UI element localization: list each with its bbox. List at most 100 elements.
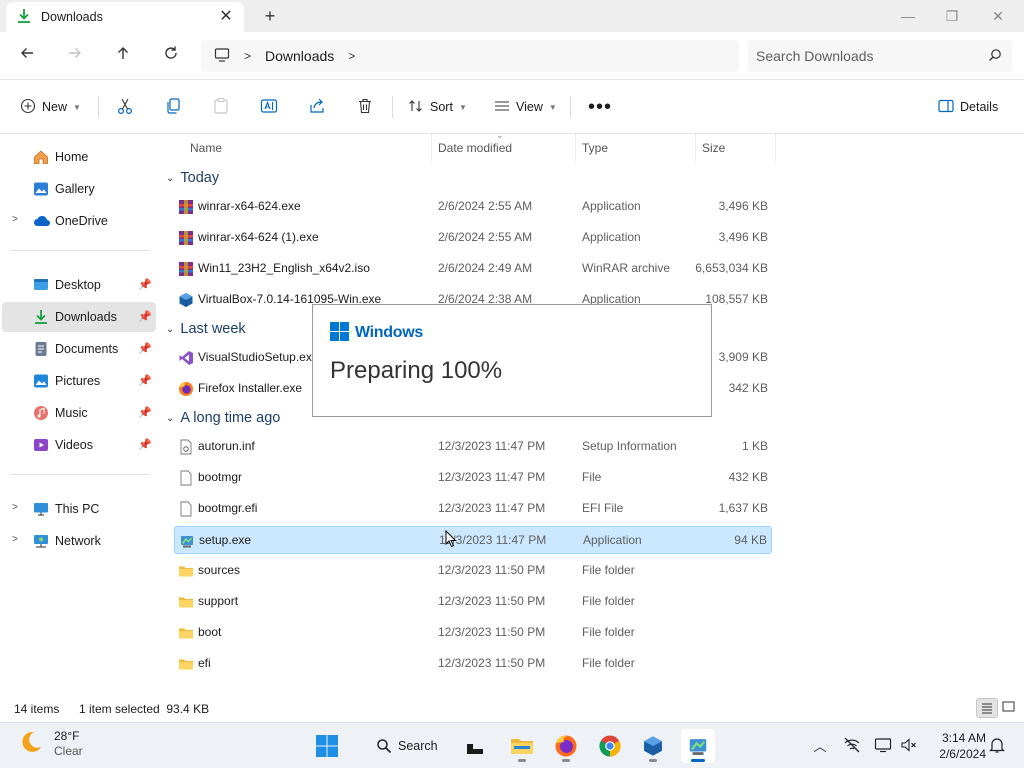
trash-icon xyxy=(356,97,374,118)
forward-button[interactable] xyxy=(60,42,90,70)
sidebar-item-gallery[interactable]: Gallery xyxy=(2,174,156,204)
search-icon[interactable] xyxy=(988,48,1002,65)
start-button[interactable] xyxy=(310,729,344,763)
divider xyxy=(98,96,99,118)
computer-icon xyxy=(33,501,49,517)
close-tab-icon[interactable]: ✕ xyxy=(216,7,236,27)
chevron-up-icon[interactable]: ︿ xyxy=(810,736,830,756)
share-button[interactable] xyxy=(308,92,326,122)
chevron-right-icon[interactable]: > xyxy=(12,214,18,225)
plus-circle-icon xyxy=(20,98,36,117)
pin-icon[interactable]: 📌 xyxy=(138,278,152,291)
view-button[interactable]: View ▼ xyxy=(494,92,557,122)
sidebar-item-this-pc[interactable]: > This PC xyxy=(2,494,156,524)
network-disconnected-icon[interactable] xyxy=(842,736,862,756)
sidebar-item-network[interactable]: > Network xyxy=(2,526,156,556)
pin-icon[interactable]: 📌 xyxy=(138,406,152,419)
minimize-button[interactable]: — xyxy=(886,2,930,30)
column-header-date[interactable]: Date modified xyxy=(432,134,576,162)
column-header-size[interactable]: Size xyxy=(696,134,776,162)
table-row[interactable]: bootmgr.efi 12/3/2023 11:47 PM EFI File … xyxy=(174,495,772,523)
desktop-icon xyxy=(33,277,49,293)
sidebar-item-videos[interactable]: Videos 📌 xyxy=(2,430,156,460)
new-tab-button[interactable]: + xyxy=(258,5,282,27)
table-row[interactable]: autorun.inf 12/3/2023 11:47 PM Setup Inf… xyxy=(174,433,772,461)
back-button[interactable] xyxy=(12,42,42,70)
scissors-icon xyxy=(116,97,134,118)
winrar-icon xyxy=(178,230,194,246)
table-row[interactable]: winrar-x64-624 (1).exe 2/6/2024 2:55 AM … xyxy=(174,224,772,252)
table-row[interactable]: support 12/3/2023 11:50 PM File folder xyxy=(174,588,772,616)
copy-button[interactable] xyxy=(164,92,182,122)
view-label: View xyxy=(516,100,543,114)
table-row[interactable]: boot 12/3/2023 11:50 PM File folder xyxy=(174,619,772,647)
setup-taskbar-app[interactable] xyxy=(681,729,715,763)
document-icon xyxy=(33,341,49,357)
sidebar-item-pictures[interactable]: Pictures 📌 xyxy=(2,366,156,396)
tab-downloads[interactable]: Downloads ✕ xyxy=(6,2,244,32)
sidebar-item-onedrive[interactable]: > OneDrive xyxy=(2,206,156,236)
firefox-taskbar-app[interactable] xyxy=(549,729,583,763)
address-path[interactable]: > Downloads > xyxy=(201,40,739,72)
notification-bell-icon[interactable] xyxy=(987,736,1007,756)
display-icon[interactable] xyxy=(873,736,893,756)
address-bar: > Downloads > xyxy=(0,32,1024,80)
chevron-right-icon[interactable]: > xyxy=(244,49,251,63)
sidebar-item-label: Documents xyxy=(55,342,119,356)
search-input[interactable] xyxy=(756,44,976,68)
group-header-long-time-ago[interactable]: ⌄ A long time ago xyxy=(166,407,280,429)
windows-setup-dialog: Windows Preparing 100% xyxy=(312,304,712,417)
volume-muted-icon[interactable] xyxy=(899,736,919,756)
sidebar-item-desktop[interactable]: Desktop 📌 xyxy=(2,270,156,300)
system-clock[interactable]: 3:14 AM 2/6/2024 xyxy=(924,730,986,762)
taskbar-search-button[interactable]: Search xyxy=(366,731,454,761)
tiles-view-toggle[interactable] xyxy=(999,698,1021,718)
paste-button[interactable] xyxy=(212,92,230,122)
delete-button[interactable] xyxy=(356,92,374,122)
sidebar-item-music[interactable]: Music 📌 xyxy=(2,398,156,428)
chevron-right-icon[interactable]: > xyxy=(12,502,18,513)
details-view-toggle[interactable] xyxy=(976,698,998,718)
chevron-right-icon[interactable]: > xyxy=(12,534,18,545)
running-indicator xyxy=(518,759,526,762)
video-icon xyxy=(33,437,49,453)
table-row[interactable]: sources 12/3/2023 11:50 PM File folder xyxy=(174,557,772,585)
pin-icon[interactable]: 📌 xyxy=(138,438,152,451)
file-explorer-taskbar-app[interactable] xyxy=(505,729,539,763)
group-header-today[interactable]: ⌄ Today xyxy=(166,167,219,189)
table-row[interactable]: Win11_23H2_English_x64v2.iso 2/6/2024 2:… xyxy=(174,255,772,283)
monitor-icon xyxy=(214,47,230,66)
group-header-last-week[interactable]: ⌄ Last week xyxy=(166,318,246,340)
rename-button[interactable] xyxy=(260,92,278,122)
virtualbox-taskbar-app[interactable] xyxy=(636,729,670,763)
table-row-selected[interactable]: setup.exe 12/3/2023 11:47 PM Application… xyxy=(174,526,772,554)
chevron-down-icon: ▼ xyxy=(458,102,467,112)
chevron-down-icon: ⌄ xyxy=(166,172,175,184)
table-row[interactable]: bootmgr 12/3/2023 11:47 PM File 432 KB xyxy=(174,464,772,492)
sort-button[interactable]: Sort ▼ xyxy=(408,92,467,122)
sidebar-item-home[interactable]: Home xyxy=(2,142,156,172)
cut-button[interactable] xyxy=(116,92,134,122)
pin-icon[interactable]: 📌 xyxy=(138,342,152,355)
refresh-button[interactable] xyxy=(156,42,186,70)
new-button[interactable]: New ▼ xyxy=(20,92,81,122)
breadcrumb-downloads[interactable]: Downloads xyxy=(265,48,334,64)
more-options-button[interactable]: ••• xyxy=(588,92,612,122)
restore-button[interactable]: ❐ xyxy=(930,2,974,30)
column-header-type[interactable]: Type xyxy=(576,134,696,162)
task-view-button[interactable] xyxy=(458,729,492,763)
column-header-name[interactable]: Name xyxy=(184,134,432,162)
blank-file-icon xyxy=(178,470,194,486)
table-row[interactable]: efi 12/3/2023 11:50 PM File folder xyxy=(174,650,772,678)
table-row[interactable]: winrar-x64-624.exe 2/6/2024 2:55 AM Appl… xyxy=(174,193,772,221)
pin-icon[interactable]: 📌 xyxy=(138,310,152,323)
close-window-button[interactable]: ✕ xyxy=(976,2,1020,30)
weather-widget[interactable]: 28°F Clear xyxy=(18,729,83,759)
pin-icon[interactable]: 📌 xyxy=(138,374,152,387)
up-button[interactable] xyxy=(108,42,138,70)
chevron-right-icon[interactable]: > xyxy=(348,49,355,63)
chrome-taskbar-app[interactable] xyxy=(593,729,627,763)
details-button[interactable]: Details xyxy=(938,92,998,122)
sidebar-item-downloads[interactable]: Downloads 📌 xyxy=(2,302,156,332)
sidebar-item-documents[interactable]: Documents 📌 xyxy=(2,334,156,364)
